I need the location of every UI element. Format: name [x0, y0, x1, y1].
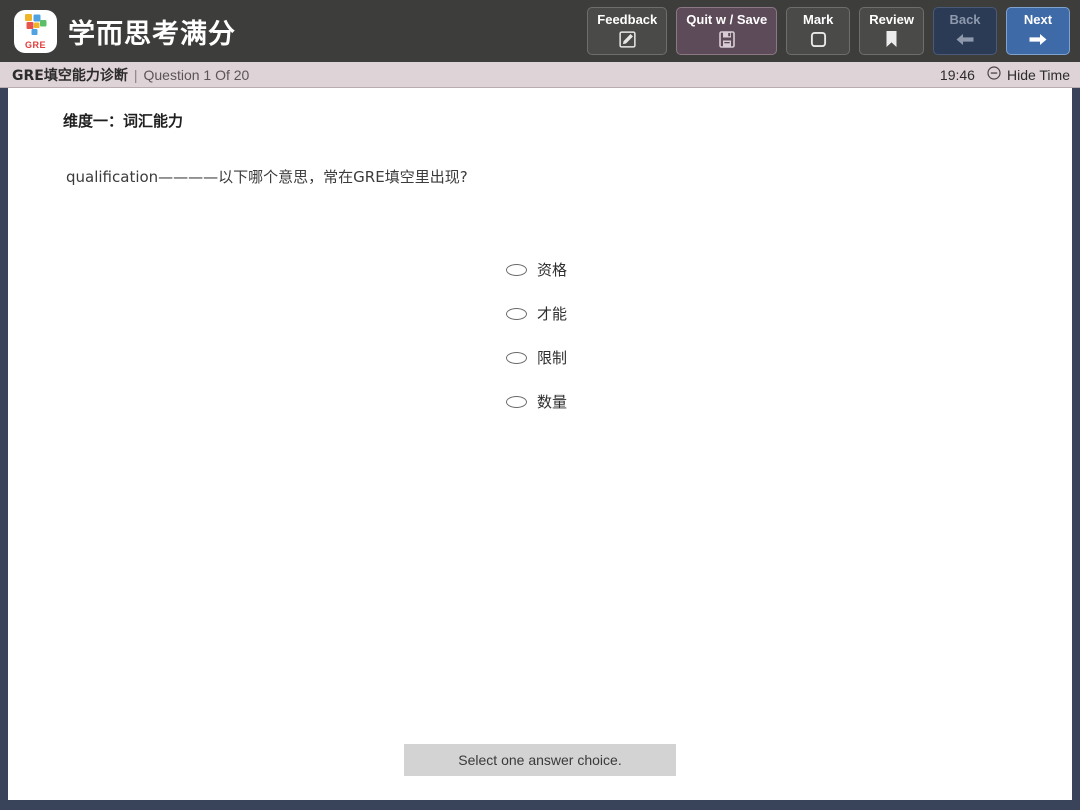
answer-choice-label: 数量 [537, 393, 568, 411]
bookmark-icon [884, 30, 899, 49]
answer-choice-option[interactable]: 数量 [506, 391, 567, 412]
radio-button-icon[interactable] [506, 395, 527, 408]
app-title: 学而思考满分 [68, 18, 236, 50]
brand: GRE 学而思考满分 [14, 9, 587, 53]
arrow-left-icon [954, 30, 976, 49]
instruction-bar-wrapper: Select one answer choice. [8, 744, 1072, 800]
application-window: GRE 学而思考满分 Feedback Quit w / Save Mark R… [0, 0, 1080, 810]
answer-instruction: Select one answer choice. [404, 744, 676, 776]
review-button[interactable]: Review [859, 7, 924, 55]
answer-choice-label: 资格 [537, 261, 568, 279]
back-button-label: Back [949, 12, 981, 28]
logo-puzzle-shapes [25, 13, 47, 35]
mark-button-label: Mark [803, 12, 834, 28]
save-floppy-icon [718, 30, 735, 49]
status-bar-left: GRE填空能力诊断 | Question 1 Of 20 [12, 65, 249, 85]
answer-choice-option[interactable]: 限制 [506, 347, 567, 368]
quit-with-save-button-label: Quit w / Save [686, 12, 768, 28]
question-counter: Question 1 Of 20 [143, 66, 250, 83]
answer-choice-label: 限制 [537, 349, 568, 367]
next-button[interactable]: Next [1006, 7, 1070, 55]
quit-with-save-button[interactable]: Quit w / Save [676, 7, 778, 55]
toolbar-button-group: Feedback Quit w / Save Mark Review Back … [587, 7, 1070, 55]
answer-choice-label: 才能 [537, 305, 568, 323]
question-body: 维度一：词汇能力 qualification————以下哪个意思，常在GRE填空… [8, 88, 1072, 744]
question-content-area: 维度一：词汇能力 qualification————以下哪个意思，常在GRE填空… [8, 88, 1072, 800]
app-logo-icon: GRE [14, 9, 57, 53]
dimension-heading: 维度一：词汇能力 [63, 112, 184, 130]
answer-choice-option[interactable]: 资格 [506, 259, 567, 280]
answer-choice-option[interactable]: 才能 [506, 303, 567, 324]
status-bar: GRE填空能力诊断 | Question 1 Of 20 19:46 Hide … [0, 62, 1080, 88]
answer-choice-list: 资格 才能 限制 数量 [506, 259, 1072, 412]
radio-button-icon[interactable] [506, 263, 527, 276]
hide-time-button[interactable]: Hide Time [987, 66, 1070, 83]
radio-button-icon[interactable] [506, 307, 527, 320]
mark-button[interactable]: Mark [786, 7, 851, 55]
square-outline-icon [810, 30, 827, 49]
feedback-button[interactable]: Feedback [587, 7, 668, 55]
status-bar-right: 19:46 Hide Time [940, 66, 1070, 83]
hide-time-label: Hide Time [1006, 66, 1070, 83]
status-divider: | [133, 66, 138, 83]
review-button-label: Review [869, 12, 914, 28]
arrow-right-icon [1027, 30, 1049, 49]
logo-text: GRE [24, 39, 46, 50]
timer-display: 19:46 [939, 66, 975, 83]
section-title: GRE填空能力诊断 [12, 67, 128, 84]
radio-button-icon[interactable] [506, 351, 527, 364]
circle-minus-icon [987, 66, 1001, 83]
top-toolbar: GRE 学而思考满分 Feedback Quit w / Save Mark R… [0, 0, 1080, 62]
question-stem: qualification————以下哪个意思，常在GRE填空里出现? [66, 168, 468, 186]
feedback-button-label: Feedback [597, 12, 658, 28]
back-button[interactable]: Back [933, 7, 997, 55]
compose-icon [619, 30, 636, 49]
next-button-label: Next [1023, 12, 1053, 28]
